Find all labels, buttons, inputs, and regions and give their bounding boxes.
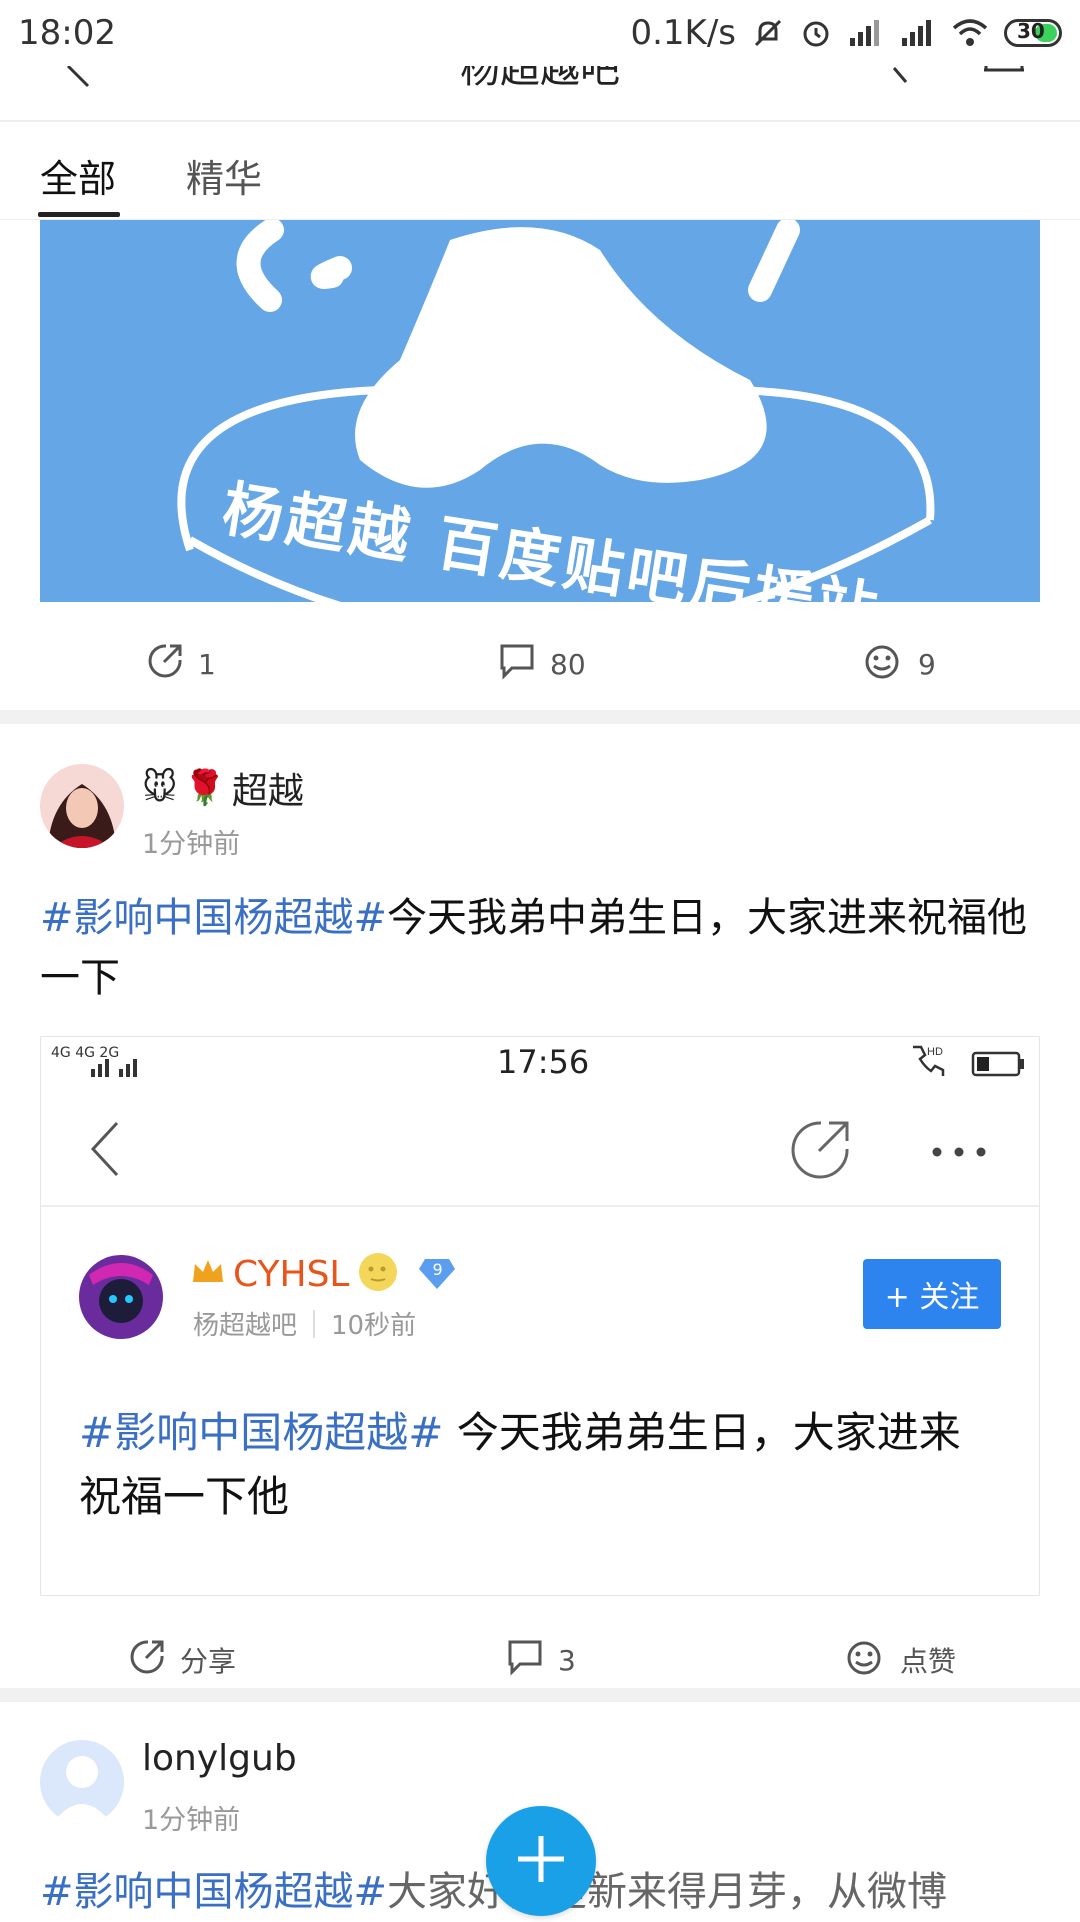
like-button[interactable]: 点赞 [844, 1638, 956, 1683]
tab-bar: 全部 精华 [0, 124, 1080, 220]
share-icon [128, 1638, 166, 1683]
share-icon [146, 642, 184, 687]
comment-count: 80 [550, 647, 586, 681]
post-body: 大家好我是新来得月芽，从微博 [387, 1869, 948, 1915]
svg-text:HD: HD [927, 1046, 943, 1058]
embedded-time-ago: 10秒前 [331, 1311, 417, 1341]
embedded-meta: 杨超越吧 10秒前 [193, 1305, 416, 1342]
post-time: 1分钟前 [142, 1805, 241, 1836]
post-author[interactable]: lonylgub [142, 1738, 297, 1779]
embedded-battery-icon [971, 1047, 1025, 1085]
signal-icon [848, 18, 884, 48]
username: 超越 [231, 771, 304, 812]
embedded-call-icon: HD [907, 1043, 947, 1085]
plus-icon [514, 1832, 568, 1890]
post-divider [0, 710, 1080, 724]
share-button[interactable]: 1 [146, 642, 216, 687]
post-actions: 1 80 9 [0, 624, 1080, 704]
embedded-username: CYHSL [233, 1253, 350, 1295]
share-label: 分享 [180, 1645, 237, 1678]
tab-featured[interactable]: 精华 [186, 148, 262, 203]
meta-separator [313, 1309, 316, 1338]
comment-icon [498, 642, 536, 687]
active-tab-indicator [38, 212, 120, 217]
new-post-button[interactable] [486, 1806, 596, 1916]
post-text[interactable]: #影响中国杨超越#今天我弟中弟生日，大家进来祝福他一下 [40, 888, 1040, 1008]
status-time: 18:02 [18, 13, 116, 53]
username: lonylgub [142, 1738, 297, 1779]
mute-icon [752, 17, 784, 49]
comment-button[interactable]: 80 [498, 642, 586, 687]
embedded-share-icon [789, 1119, 851, 1185]
like-button[interactable]: 9 [862, 642, 936, 687]
post-image[interactable]: 4G 4G 2G 17:56 HD CYHSL 9 杨超越吧 10秒前 + 关注… [40, 1036, 1040, 1596]
embedded-forum: 杨超越吧 [193, 1311, 298, 1341]
mouse-emoji-icon: 🐭 [142, 768, 178, 808]
level-number: 9 [432, 1260, 443, 1279]
embedded-signal-icon [91, 1047, 139, 1085]
embedded-more-icon [931, 1143, 987, 1162]
network-speed: 0.1K/s [630, 13, 736, 53]
embedded-post-text: #影响中国杨超越# 今天我弟弟生日，大家进来祝福一下他 [79, 1401, 999, 1529]
post-author[interactable]: 🐭 🌹 超越 [142, 762, 304, 814]
embedded-back-icon [87, 1119, 123, 1183]
embedded-avatar [79, 1255, 163, 1339]
embedded-time: 17:56 [497, 1043, 590, 1081]
battery-icon: 30 [1004, 19, 1062, 47]
status-bar: 18:02 0.1K/s 30 [0, 0, 1080, 66]
embedded-topic-tag: #影响中国杨超越# [79, 1408, 444, 1457]
moon-emoji-icon [357, 1251, 399, 1297]
comment-icon [506, 1638, 544, 1683]
avatar[interactable] [40, 764, 124, 848]
embedded-header [41, 1087, 1039, 1207]
post-divider [0, 1688, 1080, 1702]
avatar[interactable] [40, 1740, 124, 1824]
signal-icon-2 [900, 18, 936, 48]
tab-all[interactable]: 全部 [40, 148, 116, 203]
post-time: 1分钟前 [142, 829, 241, 860]
like-icon [862, 642, 904, 687]
comment-count: 3 [558, 1643, 576, 1677]
embedded-status-bar: 4G 4G 2G 17:56 HD [41, 1037, 1039, 1085]
like-label: 点赞 [900, 1645, 957, 1678]
battery-level: 30 [1017, 19, 1045, 43]
wifi-icon [952, 18, 988, 48]
embedded-author: CYHSL 9 [191, 1251, 457, 1297]
follow-button: + 关注 [863, 1259, 1001, 1329]
topic-tag[interactable]: #影响中国杨超越# [40, 895, 387, 941]
follow-label: + 关注 [884, 1280, 980, 1315]
post-image[interactable]: 杨超越 百度贴吧后援站 [40, 220, 1040, 602]
status-icons: 0.1K/s 30 [630, 13, 1062, 53]
alarm-icon [800, 17, 832, 49]
like-count: 9 [918, 647, 936, 681]
crown-icon [191, 1258, 225, 1290]
rose-emoji-icon: 🌹 [183, 768, 226, 808]
like-icon [844, 1638, 886, 1683]
level-badge-icon: 9 [417, 1257, 457, 1291]
share-count: 1 [198, 647, 216, 681]
topic-tag[interactable]: #影响中国杨超越# [40, 1869, 387, 1915]
share-button[interactable]: 分享 [128, 1638, 236, 1683]
comment-button[interactable]: 3 [506, 1638, 576, 1683]
